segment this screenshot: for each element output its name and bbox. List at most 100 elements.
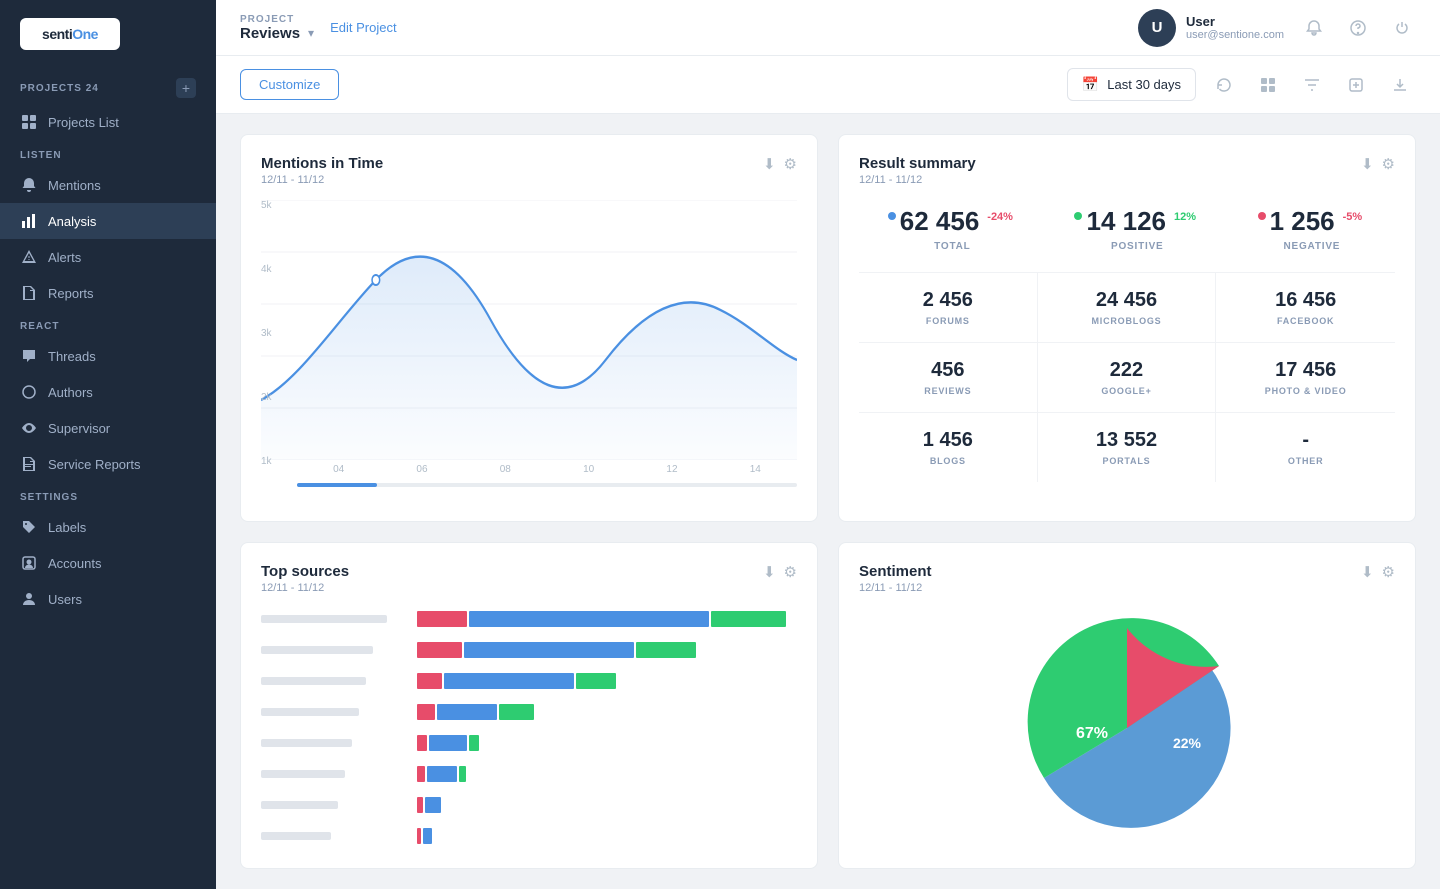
circle-icon [20,383,38,401]
bar-green [636,642,696,658]
projects-section-title: PROJECTS 24 [20,83,99,94]
result-summary-title-area: Result summary 12/11 - 11/12 [859,155,976,186]
message-icon [20,347,38,365]
reviews-label: REVIEWS [867,386,1029,396]
bar-red [417,828,421,844]
notifications-icon[interactable] [1300,14,1328,42]
download-icon[interactable]: ⬇ [763,563,776,581]
chart-right: 04 06 08 10 12 14 [261,200,797,500]
app-header: PROJECT Reviews ▾ Edit Project U User us… [216,0,1440,56]
channel-facebook: 16 456 FACEBOOK [1216,273,1395,343]
mentions-chart-card: Mentions in Time 12/11 - 11/12 ⬇ ⚙ 5k 4k… [240,134,818,522]
bar-green [711,611,786,627]
top-sources-card: Top sources 12/11 - 11/12 ⬇ ⚙ [240,542,818,870]
x-label: 06 [416,464,427,475]
mentions-card-header: Mentions in Time 12/11 - 11/12 ⬇ ⚙ [261,155,797,186]
sidebar-item-analysis[interactable]: Analysis [0,203,216,239]
add-widget-icon[interactable] [1340,69,1372,101]
total-dot [888,212,896,220]
filter-icon[interactable] [1296,69,1328,101]
download-icon[interactable]: ⬇ [1361,563,1374,581]
chevron-down-icon: ▾ [308,26,314,40]
sidebar-item-authors[interactable]: Authors [0,374,216,410]
top-sources-header: Top sources 12/11 - 11/12 ⬇ ⚙ [261,563,797,594]
sidebar-item-reports[interactable]: Reports [0,275,216,311]
sidebar-item-accounts[interactable]: Accounts [0,545,216,581]
bar-red [417,642,462,658]
positive-label: POSITIVE [1111,241,1164,252]
sidebar-item-label: Labels [48,520,86,535]
sidebar-item-labels[interactable]: Labels [0,509,216,545]
date-range-button[interactable]: 📅 Last 30 days [1067,68,1196,101]
main-content: PROJECT Reviews ▾ Edit Project U User us… [216,0,1440,889]
source-bar-row [417,642,797,658]
sentiment-chart-container: 67% 22% [859,608,1395,849]
neutral-pct-label: 67% [1076,725,1108,742]
settings-icon[interactable]: ⚙ [1382,155,1395,173]
positive-dot [1074,212,1082,220]
edit-project-link[interactable]: Edit Project [330,20,396,35]
refresh-icon[interactable] [1208,69,1240,101]
channel-blogs: 1 456 BLOGS [859,413,1038,482]
download-icon[interactable]: ⬇ [1361,155,1374,173]
help-icon[interactable] [1344,14,1372,42]
sidebar-item-service-reports[interactable]: Service Reports [0,446,216,482]
customize-button[interactable]: Customize [240,69,339,100]
settings-icon[interactable]: ⚙ [1382,563,1395,581]
line-chart-svg [261,200,797,460]
sidebar-item-mentions[interactable]: Mentions [0,167,216,203]
source-label-bar [261,615,387,623]
metric-total: 62 456 -24% TOTAL [888,206,1017,252]
sentiment-actions: ⬇ ⚙ [1361,563,1395,581]
sentiment-pie-chart: 67% 22% [987,608,1267,848]
power-icon[interactable] [1388,14,1416,42]
export-icon[interactable] [1384,69,1416,101]
channel-reviews: 456 REVIEWS [859,343,1038,413]
googleplus-value: 222 [1046,359,1208,382]
sidebar-item-threads[interactable]: Threads [0,338,216,374]
sidebar-item-supervisor[interactable]: Supervisor [0,410,216,446]
x-label: 08 [500,464,511,475]
download-icon[interactable]: ⬇ [763,155,776,173]
sidebar-item-alerts[interactable]: Alerts [0,239,216,275]
sidebar: sentiOne PROJECTS 24 + Projects List LIS… [0,0,216,889]
settings-icon[interactable]: ⚙ [784,155,797,173]
project-name: Reviews [240,25,300,42]
settings-section-title: SETTINGS [20,492,78,503]
sidebar-item-users[interactable]: Users [0,581,216,617]
x-label: 12 [666,464,677,475]
top-sources-title: Top sources [261,563,349,580]
sidebar-item-label: Service Reports [48,457,140,472]
project-label: PROJECT [240,14,314,25]
mentions-chart-title: Mentions in Time [261,155,383,172]
bar-blue [425,797,441,813]
channel-forums: 2 456 FORUMS [859,273,1038,343]
logo: sentiOne [20,18,120,50]
grid-view-icon[interactable] [1252,69,1284,101]
bar-blue [437,704,497,720]
sidebar-item-projects-list[interactable]: Projects List [0,104,216,140]
negative-badge: -5% [1339,210,1367,224]
chart-y-labels: 5k 4k 3k 2k 1k [261,200,272,471]
header-right: U User user@sentione.com [1138,9,1416,47]
mentions-chart-date: 12/11 - 11/12 [261,174,383,186]
source-label-bar [261,739,352,747]
reviews-value: 456 [867,359,1029,382]
channel-portals: 13 552 PORTALS [1038,413,1217,482]
metric-positive-row: 14 126 12% [1074,206,1200,237]
bar-blue [423,828,432,844]
user-section: U User user@sentione.com [1138,9,1284,47]
project-selector[interactable]: Reviews ▾ [240,25,314,42]
facebook-label: FACEBOOK [1224,316,1387,326]
settings-icon[interactable]: ⚙ [784,563,797,581]
total-label: TOTAL [934,241,970,252]
mentions-card-title-area: Mentions in Time 12/11 - 11/12 [261,155,383,186]
x-label: 14 [750,464,761,475]
add-project-button[interactable]: + [176,78,196,98]
other-value: - [1224,429,1387,452]
listen-section-title: LISTEN [20,150,62,161]
user-icon [20,590,38,608]
top-sources-date: 12/11 - 11/12 [261,582,349,594]
chart-scrollbar[interactable] [297,483,797,487]
sidebar-item-label: Mentions [48,178,101,193]
